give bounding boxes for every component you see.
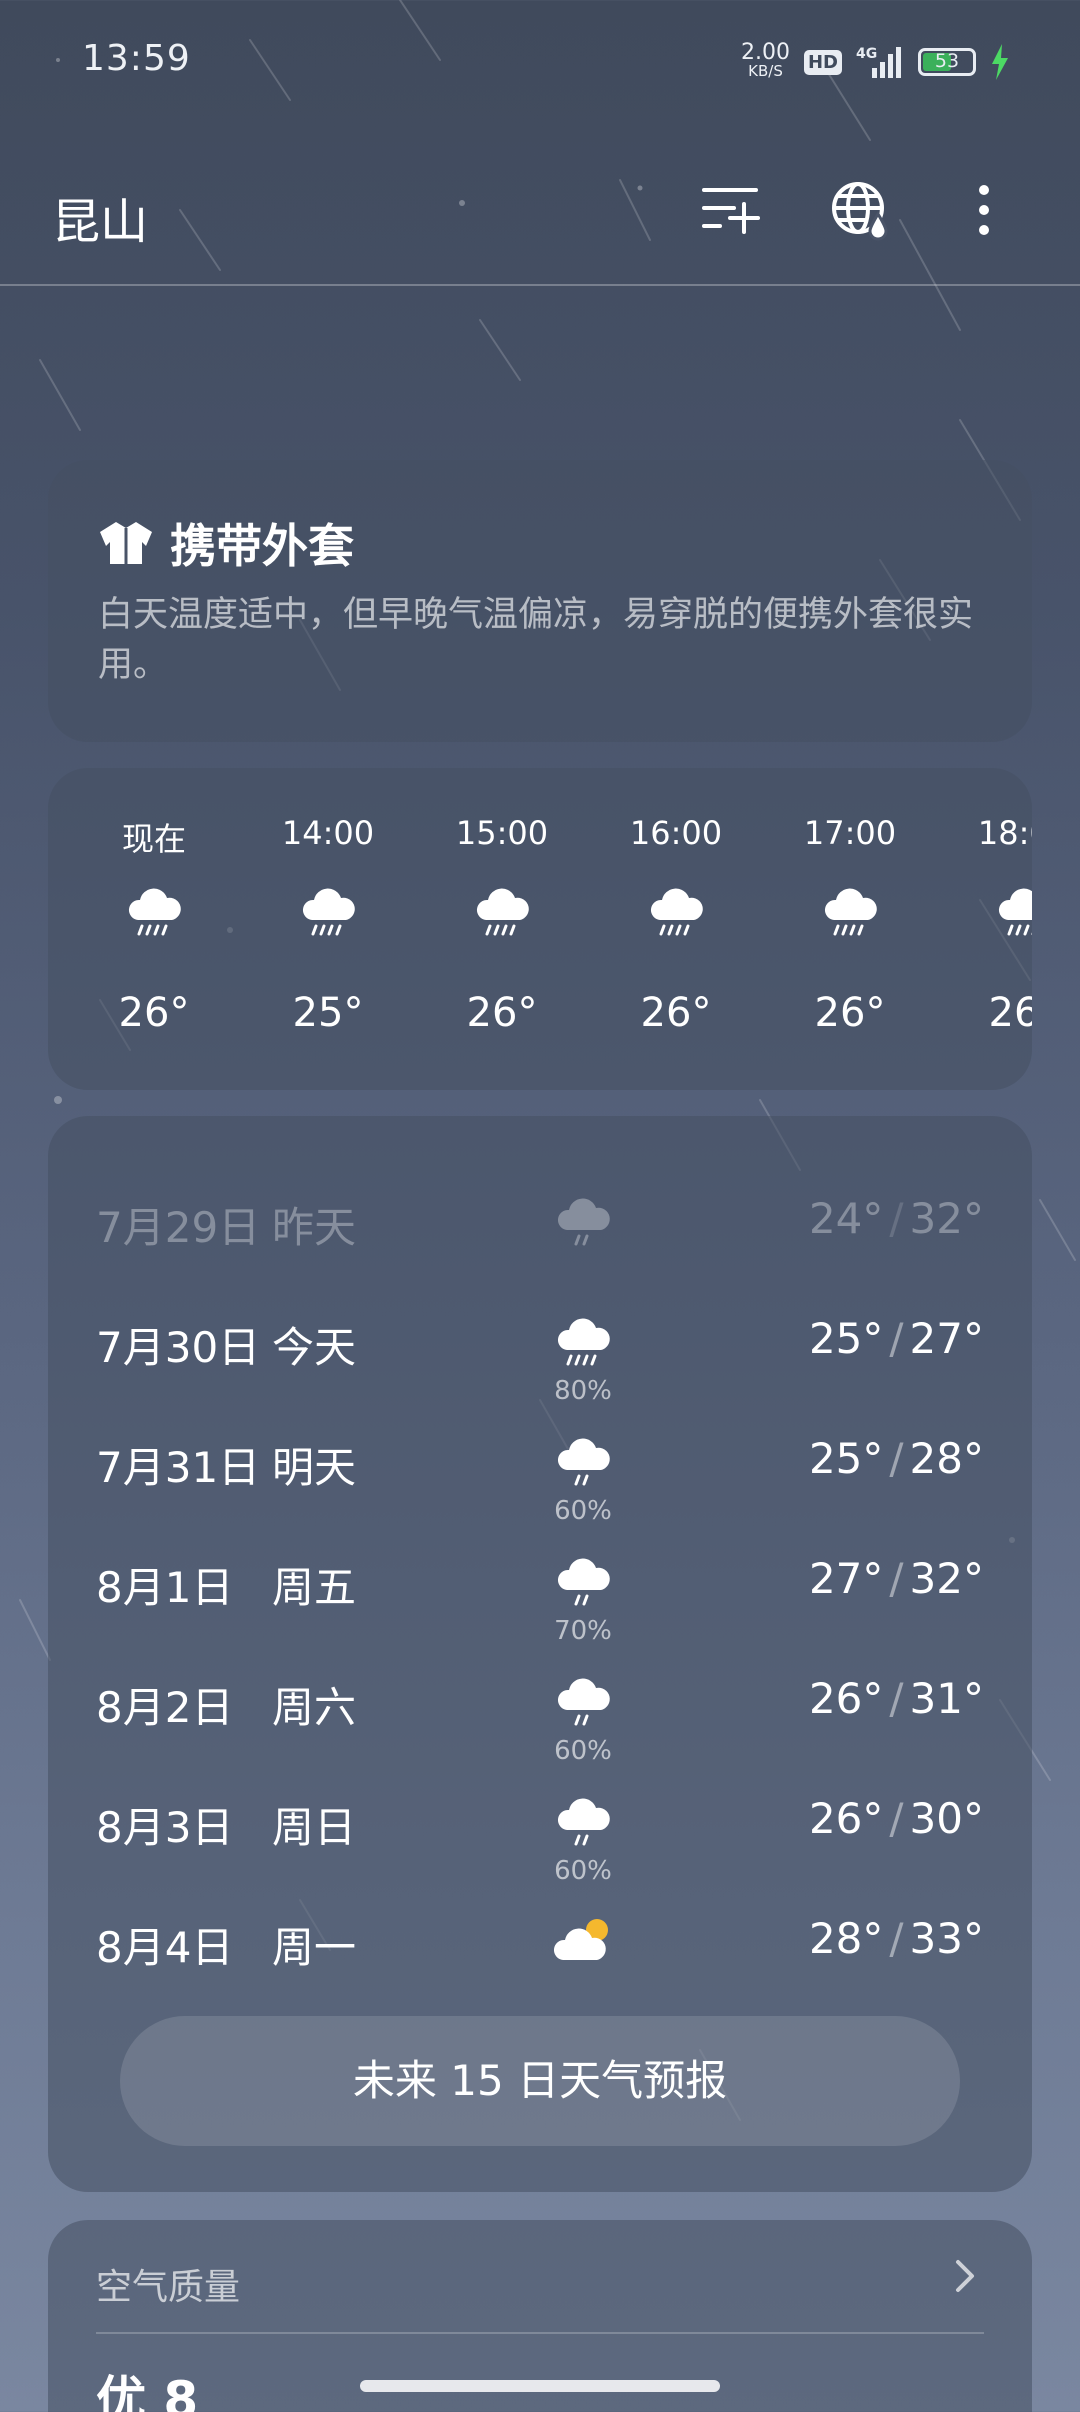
day-name: 周一 — [272, 1923, 357, 1972]
rain-cloud-icon — [823, 887, 879, 936]
battery-level: 53 — [934, 50, 960, 72]
status-icons: 2.00 KB/S HD 4G 53 — [741, 40, 1010, 84]
network-speed: 2.00 KB/S — [741, 40, 790, 81]
day-row-today[interactable]: 7月30日 今天 80% 25°/27° — [48, 1284, 1032, 1406]
day-date: 7月30日 — [96, 1323, 261, 1372]
light-rain-icon — [556, 1677, 612, 1726]
globe-weather-icon[interactable] — [828, 178, 892, 242]
day-temps: 27°/32° — [808, 1554, 984, 1603]
hour-temp: 26° — [118, 990, 190, 1036]
hd-badge: HD — [803, 49, 842, 75]
hour-time: 18:00 — [977, 814, 1032, 852]
day-name: 明天 — [272, 1443, 357, 1492]
hour-time: 15:00 — [455, 814, 549, 852]
day-temps: 28°/33° — [808, 1914, 984, 1963]
air-quality-title: 空气质量 — [96, 2267, 241, 2308]
hour-temp: 26° — [640, 990, 712, 1036]
city-name[interactable]: 昆山 — [52, 182, 148, 252]
day-name: 周六 — [272, 1683, 357, 1732]
jacket-icon — [100, 522, 152, 564]
rain-cloud-icon — [997, 887, 1032, 936]
hour-temp: 26° — [988, 990, 1032, 1036]
hour-time: 14:00 — [281, 814, 375, 852]
rain-cloud-icon — [556, 1317, 612, 1366]
hour-time: 现在 — [121, 820, 186, 858]
charging-bolt-icon — [992, 44, 1008, 80]
clothing-tip-card[interactable]: 携带外套 白天温度适中，但早晚气温偏凉，易穿脱的便携外套很实用。 — [48, 460, 1032, 742]
day-date: 7月31日 — [96, 1443, 261, 1492]
day-row-tomorrow[interactable]: 7月31日 明天 60% 25°/28° — [48, 1404, 1032, 1526]
status-time: 13:59 — [82, 38, 191, 79]
light-rain-icon — [556, 1197, 612, 1246]
chevron-right-icon[interactable] — [944, 2256, 984, 2296]
svg-text:4G: 4G — [856, 46, 877, 62]
precipitation-chance: 70% — [554, 1616, 612, 1646]
hour-temp: 26° — [466, 990, 538, 1036]
battery-icon: 53 — [918, 48, 976, 76]
day-row[interactable]: 8月4日 周一 28°/33° — [48, 1884, 1032, 2004]
day-temps: 26°/31° — [808, 1674, 984, 1723]
daily-forecast-card: 7月29日 昨天 24°/32° 7月30日 今天 80% 25°/27° 7月… — [48, 1116, 1032, 2192]
rain-cloud-icon — [475, 887, 531, 936]
status-bar: 13:59 2.00 KB/S HD 4G 53 — [0, 0, 1080, 120]
rain-cloud-icon — [649, 887, 705, 936]
light-rain-icon — [556, 1797, 612, 1846]
day-date: 8月2日 — [96, 1683, 234, 1732]
day-temps: 25°/28° — [808, 1434, 984, 1483]
air-quality-value: 优 8 — [96, 2371, 199, 2412]
day-temps: 26°/30° — [808, 1794, 984, 1843]
tip-description: 白天温度适中，但早晚气温偏凉，易穿脱的便携外套很实用。 — [98, 595, 974, 685]
rain-cloud-icon — [301, 887, 357, 936]
divider — [96, 2332, 984, 2334]
day-date: 8月4日 — [96, 1923, 234, 1972]
hour-time: 16:00 — [629, 814, 723, 852]
hour-temp: 26° — [814, 990, 886, 1036]
rain-cloud-icon — [127, 887, 183, 936]
partly-cloudy-icon — [553, 1919, 608, 1960]
15-day-forecast-button[interactable]: 未来 15 日天气预报 — [120, 2016, 960, 2146]
day-name: 周日 — [272, 1803, 357, 1852]
hourly-forecast-card[interactable]: 现在 26° 14:00 25° 15:00 26° 16:00 26° 17:… — [48, 768, 1032, 1090]
day-name: 周五 — [272, 1563, 357, 1612]
day-date: 8月1日 — [96, 1563, 234, 1612]
day-name: 昨天 — [272, 1203, 357, 1252]
light-rain-icon — [556, 1437, 612, 1486]
manage-cities-icon[interactable] — [700, 178, 764, 242]
light-rain-icon — [556, 1557, 612, 1606]
day-row[interactable]: 8月3日 周日 60% 26°/30° — [48, 1764, 1032, 1886]
day-row[interactable]: 8月1日 周五 70% 27°/32° — [48, 1524, 1032, 1646]
hour-time: 17:00 — [803, 814, 897, 852]
precipitation-chance: 80% — [554, 1376, 612, 1406]
hour-temp: 25° — [292, 990, 364, 1036]
more-vert-icon[interactable] — [952, 178, 1016, 242]
day-temps: 24°/32° — [808, 1194, 984, 1243]
day-temps: 25°/27° — [808, 1314, 984, 1363]
signal-4g-icon: 4G — [856, 46, 901, 78]
day-name: 今天 — [272, 1323, 357, 1372]
day-row-yesterday[interactable]: 7月29日 昨天 24°/32° — [48, 1164, 1032, 1284]
precipitation-chance: 60% — [554, 1736, 612, 1766]
precipitation-chance: 60% — [554, 1496, 612, 1526]
precipitation-chance: 60% — [554, 1856, 612, 1886]
app-bar: 昆山 — [0, 160, 1080, 286]
day-row[interactable]: 8月2日 周六 60% 26°/31° — [48, 1644, 1032, 1766]
tip-title: 携带外套 — [98, 510, 354, 576]
home-indicator[interactable] — [360, 2380, 720, 2392]
day-date: 8月3日 — [96, 1803, 234, 1852]
day-date: 7月29日 — [96, 1203, 261, 1252]
